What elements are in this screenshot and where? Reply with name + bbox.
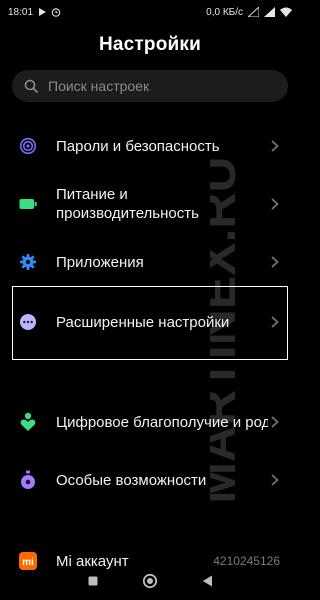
settings-item-label: Приложения — [56, 253, 144, 271]
settings-item-label: Пароли и безопасность — [56, 137, 220, 155]
settings-item-label: Особые возможности — [56, 471, 207, 489]
recents-button[interactable] — [88, 576, 98, 586]
search-icon — [24, 79, 38, 93]
wellbeing-icon — [16, 412, 40, 432]
settings-item-label: Питание и производительность — [56, 186, 199, 222]
search-placeholder: Поиск настроек — [48, 78, 150, 94]
navigation-bar — [0, 562, 300, 600]
chevron-right-icon — [268, 140, 282, 152]
chevron-right-icon — [268, 316, 282, 328]
chevron-right-icon — [268, 416, 282, 428]
chevron-right-icon — [268, 256, 282, 268]
settings-item-label: Цифровое благополучие и родительский кон… — [56, 413, 268, 431]
net-speed: 0,0 КБ/с — [206, 6, 243, 18]
chevron-right-icon — [268, 198, 282, 210]
gear-icon — [16, 253, 40, 271]
fingerprint-icon — [16, 137, 40, 155]
battery-icon — [16, 198, 40, 210]
settings-item-label: Расширенные настройки — [56, 313, 230, 331]
signal-icon — [248, 7, 259, 17]
settings-item-power[interactable]: Питание и производительность — [12, 184, 288, 224]
settings-item-accessibility[interactable]: Особые возможности — [12, 468, 288, 492]
alarm-icon — [51, 7, 61, 17]
chevron-right-icon — [268, 474, 282, 486]
status-left: 18:01 — [8, 7, 61, 18]
status-right: 0,0 КБ/с — [206, 7, 292, 18]
home-button[interactable] — [142, 573, 158, 589]
settings-item-wellbeing[interactable]: Цифровое благополучие и родительский кон… — [12, 402, 288, 442]
signal-icon — [264, 7, 275, 17]
status-time: 18:01 — [8, 6, 34, 18]
page-title: Настройки — [98, 34, 202, 55]
settings-item-advanced[interactable]: Расширенные настройки — [12, 302, 288, 342]
more-dots-icon — [16, 313, 40, 331]
settings-item-security[interactable]: Пароли и безопасность — [12, 134, 288, 158]
accessibility-icon — [16, 470, 40, 490]
settings-item-apps[interactable]: Приложения — [12, 250, 288, 274]
wifi-icon — [280, 7, 292, 17]
status-bar: 18:01 0,0 КБ/с — [0, 0, 300, 24]
back-button[interactable] — [202, 575, 213, 587]
play-icon — [38, 8, 47, 16]
search-input[interactable]: Поиск настроек — [12, 70, 288, 102]
